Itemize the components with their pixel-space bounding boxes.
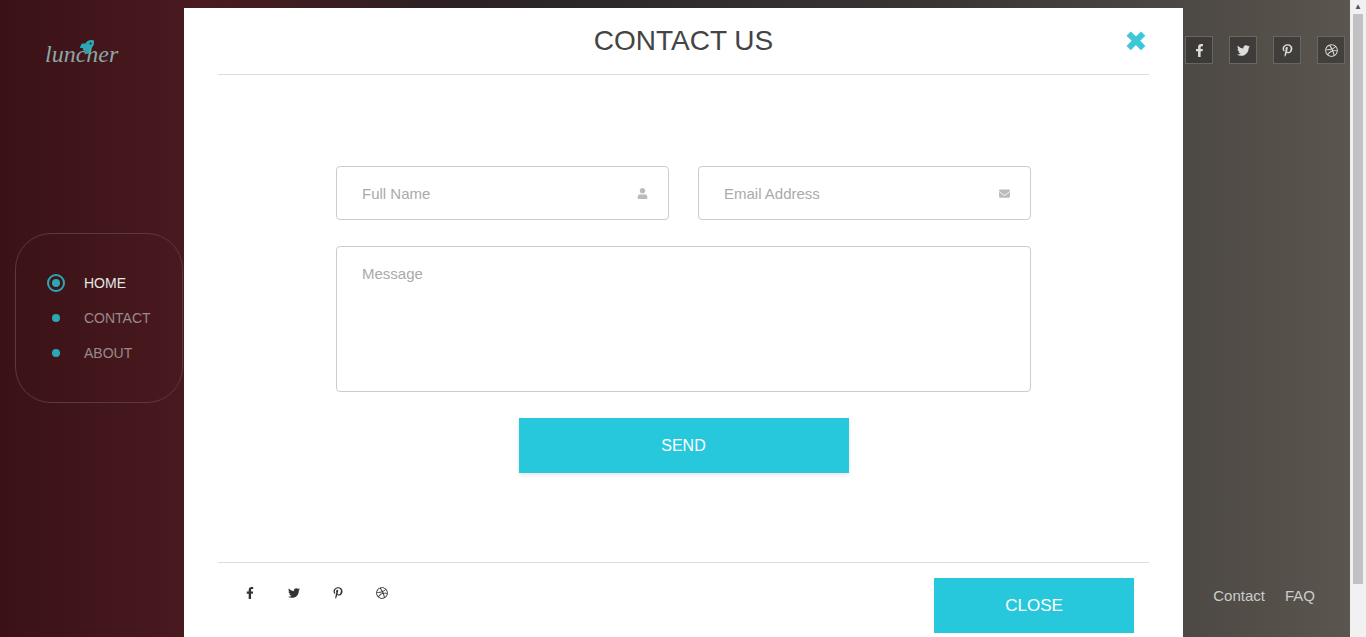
- social-link[interactable]: [1273, 36, 1301, 64]
- facebook-icon: [244, 587, 256, 599]
- facebook-icon: [1193, 44, 1206, 57]
- social-link[interactable]: [1317, 36, 1345, 64]
- nav-item[interactable]: HOME: [46, 273, 182, 293]
- input-field[interactable]: [336, 166, 669, 220]
- modal-footer: CLOSE: [218, 562, 1149, 637]
- social-link[interactable]: [375, 586, 389, 600]
- contact-form: SEND: [218, 75, 1149, 562]
- nav-item[interactable]: CONTACT: [46, 308, 182, 328]
- scrollbar-thumb[interactable]: [1353, 14, 1363, 584]
- nav-marker-active: [47, 274, 65, 292]
- envelope-icon: [999, 188, 1010, 199]
- nav-marker: [52, 314, 60, 322]
- modal-header: CONTACT US ✖: [218, 8, 1149, 75]
- pinterest-icon: [332, 587, 344, 599]
- dribbble-icon: [376, 587, 388, 599]
- twitter-icon: [1237, 44, 1250, 57]
- scrollbar[interactable]: ▲: [1350, 0, 1366, 637]
- message-field[interactable]: [336, 246, 1031, 392]
- rocket-icon: [80, 40, 94, 54]
- user-icon: [637, 188, 648, 199]
- twitter-icon: [288, 587, 300, 599]
- contact-modal: CONTACT US ✖ SEND CLOSE: [184, 8, 1183, 637]
- nav-item[interactable]: ABOUT: [46, 343, 182, 363]
- close-x-button[interactable]: ✖: [1124, 28, 1147, 56]
- social-link[interactable]: [1185, 36, 1213, 64]
- logo[interactable]: luncher: [45, 36, 94, 72]
- side-nav: HOME CONTACT ABOUT: [15, 233, 183, 403]
- send-button[interactable]: SEND: [519, 418, 849, 473]
- social-link[interactable]: [287, 586, 301, 600]
- top-socials: [1185, 36, 1345, 64]
- input-field[interactable]: [698, 166, 1031, 220]
- footer-links: Contact FAQ: [1213, 585, 1315, 608]
- footer-link[interactable]: Contact: [1213, 585, 1265, 608]
- background: luncher HOME CONTACT ABOUT Contact FAQ CONTACT…: [0, 0, 1350, 637]
- dribbble-icon: [1325, 44, 1338, 57]
- modal-title: CONTACT US: [594, 20, 773, 62]
- nav-marker: [52, 349, 60, 357]
- page: luncher HOME CONTACT ABOUT Contact FAQ CONTACT…: [0, 0, 1366, 637]
- footer-link[interactable]: FAQ: [1285, 585, 1315, 608]
- social-link[interactable]: [331, 586, 345, 600]
- pinterest-icon: [1281, 44, 1294, 57]
- close-button[interactable]: CLOSE: [934, 578, 1134, 633]
- social-link[interactable]: [1229, 36, 1257, 64]
- social-link[interactable]: [243, 586, 257, 600]
